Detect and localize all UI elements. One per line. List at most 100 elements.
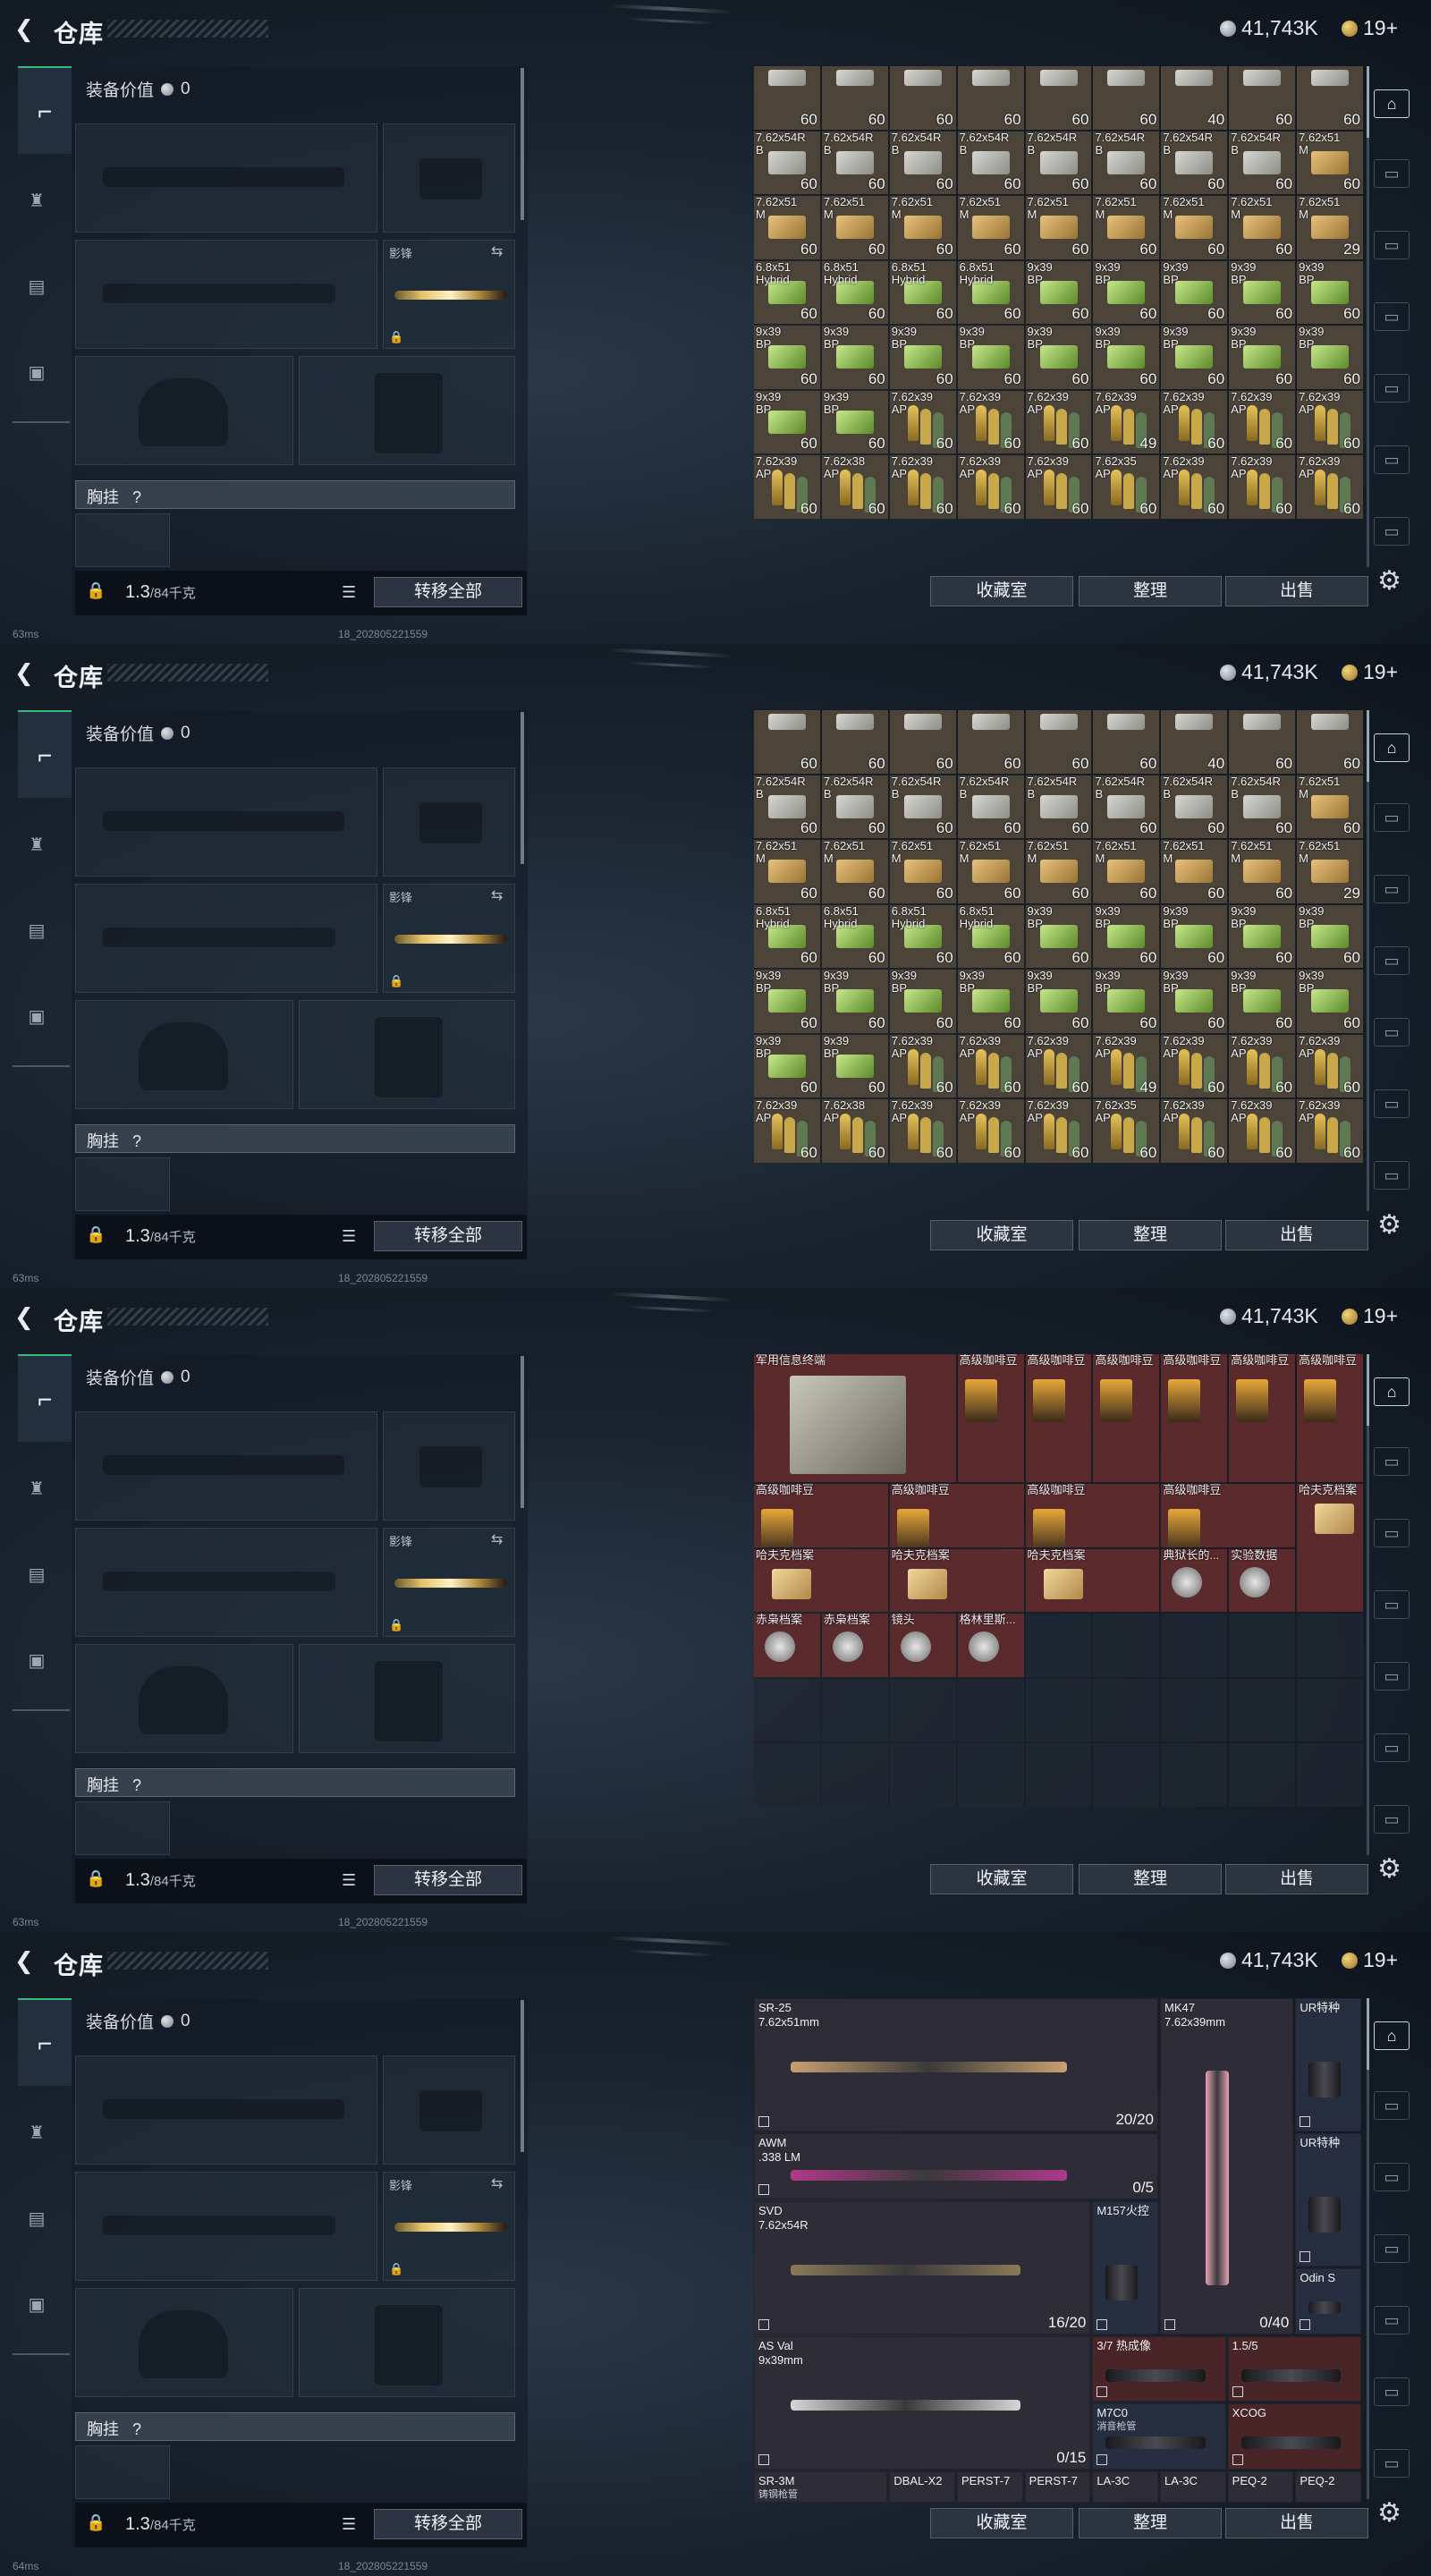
- back-arrow-icon[interactable]: ❮: [14, 1304, 36, 1329]
- sort-button[interactable]: 整理: [1079, 576, 1222, 606]
- item-cell[interactable]: 镜头: [889, 1614, 956, 1677]
- stash-page-3-icon[interactable]: ▭: [1374, 1590, 1410, 1619]
- ammo-cell[interactable]: 7.62x39 AP 60: [1161, 1099, 1228, 1163]
- secondary-weapon-slot[interactable]: [75, 240, 377, 349]
- ammo-cell[interactable]: 7.62x54R B 60: [889, 131, 956, 195]
- ammo-cell[interactable]: 7.62x39 AP 60: [957, 1034, 1024, 1098]
- sort-button[interactable]: 整理: [1079, 1864, 1222, 1894]
- weapon-cell-m157[interactable]: M157火控: [1092, 2200, 1158, 2334]
- empty-cell[interactable]: [957, 1743, 1024, 1807]
- melee-slot[interactable]: 影锋 ⇆ 🔒: [383, 240, 515, 349]
- weapon-cell-ur1[interactable]: UR特种: [1295, 1998, 1361, 2131]
- stash-page-1-icon[interactable]: ▭: [1374, 159, 1410, 188]
- pistol-slot[interactable]: [383, 1411, 515, 1521]
- empty-cell[interactable]: [889, 1678, 956, 1742]
- ammo-cell[interactable]: 7.62x39 AP 60: [1025, 1099, 1092, 1163]
- list-icon[interactable]: ☰: [342, 2515, 356, 2534]
- helmet-slot[interactable]: [75, 1644, 293, 1753]
- stash-page-4-icon[interactable]: ▭: [1374, 374, 1410, 402]
- empty-cell[interactable]: [1025, 1678, 1092, 1742]
- nav-items-tab[interactable]: ▤: [20, 2202, 54, 2236]
- chest-rig-slot[interactable]: 胸挂 ?: [75, 1124, 515, 1153]
- ammo-cell[interactable]: 9x39 BP 60: [1161, 904, 1228, 969]
- settings-gear-icon[interactable]: ⚙: [1377, 2497, 1401, 2529]
- stash-page-1-icon[interactable]: ▭: [1374, 2091, 1410, 2120]
- ammo-cell[interactable]: 9x39 BP 60: [754, 390, 820, 454]
- empty-cell[interactable]: [1297, 1743, 1363, 1807]
- armor-slot[interactable]: [299, 1000, 515, 1109]
- ammo-cell[interactable]: 7.62x39 AP 60: [1161, 390, 1228, 454]
- ammo-cell[interactable]: 7.62x54R B 60: [1229, 775, 1296, 839]
- ammo-cell[interactable]: 6.8x51 Hybrid 60: [889, 260, 956, 325]
- armor-slot[interactable]: [299, 2288, 515, 2397]
- ticket-display[interactable]: 19+: [1342, 1948, 1398, 1972]
- nav-armor-tab[interactable]: ♜: [20, 184, 54, 218]
- empty-cell[interactable]: [1093, 1614, 1160, 1677]
- loadout-scrollbar[interactable]: [521, 1356, 524, 1508]
- ammo-cell[interactable]: 6.8x51 Hybrid 60: [754, 260, 820, 325]
- padlock-icon[interactable]: 🔒: [86, 2513, 106, 2531]
- weapon-cell-awm[interactable]: AWM .338 LM 0/5: [754, 2133, 1158, 2199]
- chest-rig-slot[interactable]: 胸挂 ?: [75, 480, 515, 509]
- stash-page-4-icon[interactable]: ▭: [1374, 2306, 1410, 2334]
- empty-cell[interactable]: [1025, 1743, 1092, 1807]
- swap-icon[interactable]: ⇆: [491, 242, 503, 260]
- stash-page-5-icon[interactable]: ▭: [1374, 445, 1410, 474]
- item-cell[interactable]: 哈夫克档案: [889, 1548, 1024, 1613]
- primary-weapon-slot[interactable]: [75, 1411, 377, 1521]
- stash-page-2-icon[interactable]: ▭: [1374, 875, 1410, 903]
- item-cell[interactable]: 高级咖啡豆: [1025, 1354, 1092, 1483]
- ammo-cell[interactable]: 9x39 BP 60: [821, 1034, 888, 1098]
- stash-page-6-icon[interactable]: ▭: [1374, 2449, 1410, 2478]
- melee-slot[interactable]: 影锋 ⇆ 🔒: [383, 2172, 515, 2281]
- weapon-cell-sr3m[interactable]: SR-3M 铸钢枪管: [754, 2470, 888, 2504]
- ammo-cell[interactable]: 60: [1229, 710, 1296, 774]
- weapon-cell-ur2[interactable]: UR特种: [1295, 2133, 1361, 2267]
- item-cell[interactable]: 赤枭档案: [754, 1614, 820, 1677]
- ammo-cell[interactable]: 60: [821, 66, 888, 130]
- ammo-cell[interactable]: 60: [1229, 66, 1296, 130]
- ammo-cell[interactable]: 9x39 BP 60: [821, 970, 888, 1033]
- back-arrow-icon[interactable]: ❮: [14, 1948, 36, 1973]
- ammo-cell[interactable]: 9x39 BP 60: [1161, 970, 1228, 1033]
- grid-scrollbar-thumb[interactable]: [1367, 66, 1369, 138]
- item-cell[interactable]: 高级咖啡豆: [889, 1484, 1024, 1547]
- stash-page-1-icon[interactable]: ▭: [1374, 803, 1410, 832]
- ammo-cell[interactable]: 9x39 BP 60: [754, 326, 820, 389]
- ammo-cell[interactable]: 7.62x51 M 60: [957, 196, 1024, 259]
- empty-cell[interactable]: [754, 1678, 820, 1742]
- help-icon[interactable]: ?: [132, 1776, 141, 1794]
- empty-cell[interactable]: [1093, 1743, 1160, 1807]
- ammo-cell[interactable]: 60: [1025, 710, 1092, 774]
- ammo-cell[interactable]: 9x39 BP 60: [1093, 260, 1160, 325]
- empty-cell[interactable]: [754, 1743, 820, 1807]
- ammo-cell[interactable]: 6.8x51 Hybrid 60: [889, 904, 956, 969]
- ammo-cell[interactable]: 7.62x39 AP 60: [1161, 1034, 1228, 1098]
- ammo-cell[interactable]: 7.62x54R B 60: [1025, 131, 1092, 195]
- loadout-scrollbar[interactable]: [521, 2000, 524, 2152]
- nav-armor-tab[interactable]: ♜: [20, 2116, 54, 2150]
- swap-icon[interactable]: ⇆: [491, 886, 503, 904]
- ammo-cell[interactable]: 9x39 BP 60: [1025, 970, 1092, 1033]
- ammo-cell[interactable]: 40: [1161, 710, 1228, 774]
- nav-items-tab[interactable]: ▤: [20, 270, 54, 304]
- grid-scrollbar-track[interactable]: [1367, 1354, 1369, 1855]
- ammo-cell[interactable]: 7.62x54R B 60: [754, 131, 820, 195]
- item-cell[interactable]: 高级咖啡豆: [1161, 1354, 1228, 1483]
- ammo-cell[interactable]: 7.62x51 M 60: [1229, 196, 1296, 259]
- stash-home-icon[interactable]: ⌂: [1374, 2021, 1410, 2050]
- ammo-cell[interactable]: 9x39 BP 60: [1093, 904, 1160, 969]
- weapon-cell-la2[interactable]: LA-3C: [1160, 2470, 1226, 2504]
- sort-button[interactable]: 整理: [1079, 1220, 1222, 1250]
- item-cell[interactable]: 高级咖啡豆: [1229, 1354, 1296, 1483]
- ammo-cell[interactable]: 60: [1297, 710, 1363, 774]
- empty-cell[interactable]: [1161, 1678, 1228, 1742]
- ammo-cell[interactable]: 9x39 BP 60: [821, 326, 888, 389]
- ammo-cell[interactable]: 9x39 BP 60: [821, 390, 888, 454]
- secondary-weapon-slot[interactable]: [75, 884, 377, 993]
- chest-rig-slot[interactable]: 胸挂 ?: [75, 1768, 515, 1797]
- item-cell[interactable]: 高级咖啡豆: [1025, 1484, 1160, 1547]
- sell-button[interactable]: 出售: [1225, 1864, 1368, 1894]
- collection-button[interactable]: 收藏室: [930, 1864, 1073, 1894]
- stash-page-6-icon[interactable]: ▭: [1374, 1161, 1410, 1190]
